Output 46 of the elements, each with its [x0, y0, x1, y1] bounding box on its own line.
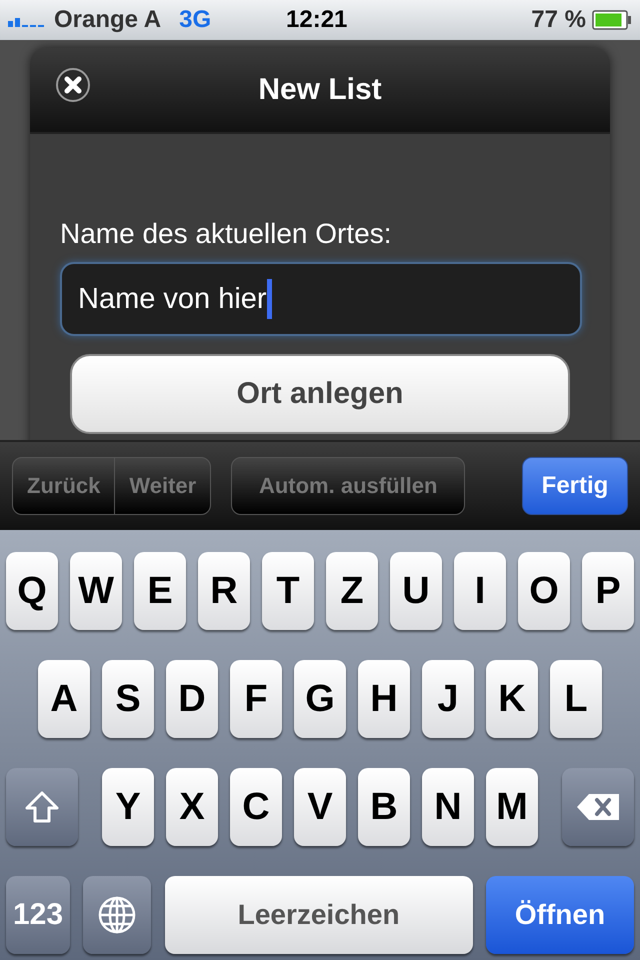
field-label: Name des aktuellen Ortes: [60, 218, 392, 250]
create-button[interactable]: Ort anlegen [70, 354, 570, 434]
letter-key[interactable]: A [38, 660, 90, 738]
letter-key[interactable]: R [198, 552, 250, 630]
letter-key[interactable]: W [70, 552, 122, 630]
carrier-name: Orange A [54, 6, 162, 34]
letter-key[interactable]: D [166, 660, 218, 738]
battery-icon [592, 10, 632, 30]
letter-key[interactable]: X [166, 768, 218, 846]
letter-key[interactable]: S [102, 660, 154, 738]
letter-key[interactable]: Z [326, 552, 378, 630]
letter-key[interactable]: J [422, 660, 474, 738]
letter-key[interactable]: N [422, 768, 474, 846]
dialog-title: New List [258, 73, 382, 107]
letter-key[interactable]: F [230, 660, 282, 738]
shift-icon [24, 790, 60, 824]
letter-key[interactable]: I [454, 552, 506, 630]
letter-key[interactable]: O [518, 552, 570, 630]
letter-key[interactable]: K [486, 660, 538, 738]
letter-key[interactable]: U [390, 552, 442, 630]
letter-key[interactable]: Y [102, 768, 154, 846]
clock: 12:21 [286, 6, 348, 34]
letter-key[interactable]: H [358, 660, 410, 738]
close-icon [56, 68, 90, 102]
letter-key[interactable]: T [262, 552, 314, 630]
shift-key[interactable] [6, 768, 78, 846]
globe-icon [97, 895, 138, 935]
space-key[interactable]: Leerzeichen [164, 876, 473, 954]
globe-key[interactable] [83, 876, 152, 954]
letter-key[interactable]: E [134, 552, 186, 630]
letter-key[interactable]: L [550, 660, 602, 738]
input-field[interactable]: Name von hier [60, 262, 582, 336]
letter-key[interactable]: C [230, 768, 282, 846]
return-key[interactable]: Öffnen [486, 876, 634, 954]
numbers-key[interactable]: 123 [6, 876, 70, 954]
letter-key[interactable]: Q [6, 552, 58, 630]
backspace-key[interactable] [562, 768, 634, 846]
letter-key[interactable]: V [294, 768, 346, 846]
done-button[interactable]: Fertig [522, 457, 628, 515]
letter-key[interactable]: G [294, 660, 346, 738]
network-type: 3G [179, 6, 212, 34]
battery-percent: 77 % [531, 6, 586, 34]
backspace-icon [575, 792, 621, 822]
letter-key[interactable]: M [486, 768, 538, 846]
letter-key[interactable]: B [358, 768, 410, 846]
letter-key[interactable]: P [582, 552, 634, 630]
